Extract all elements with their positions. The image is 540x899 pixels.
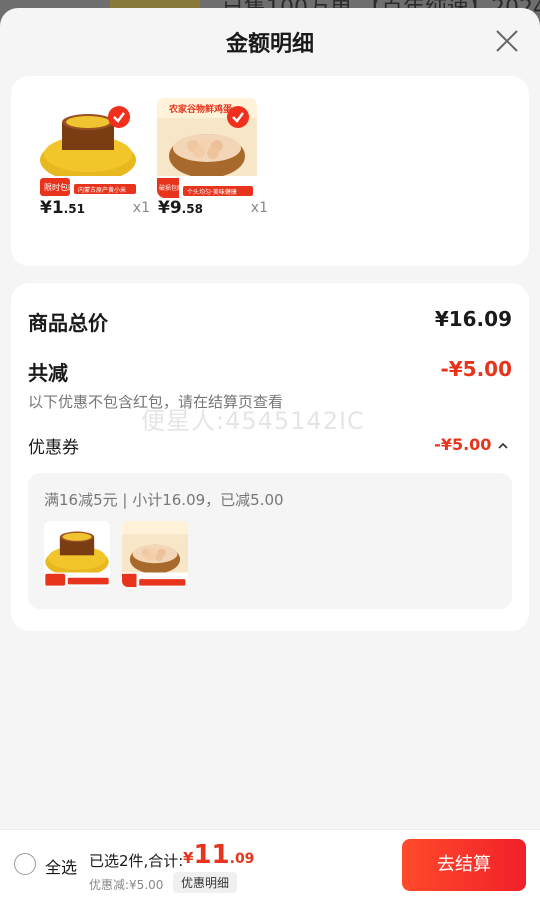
checkout-bar: 全选 已选2件,合计: ¥11.09 优惠减:¥5.00 优惠明细 去结算 — [0, 829, 540, 899]
product-item[interactable]: 农家谷物鲜鸡蛋 破损包赔 个头均匀·美味健康 — [157, 98, 257, 198]
product-quantity: x1 — [132, 200, 150, 216]
product-item[interactable]: 限时包邮 内蒙古原产黄小米 — [38, 98, 138, 198]
discount-detail-button[interactable]: 优惠明细 — [173, 872, 238, 893]
select-all-label[interactable]: 全选 — [45, 854, 77, 878]
svg-text:限时包邮: 限时包邮 — [44, 182, 76, 192]
sheet-title: 金额明细 — [225, 32, 314, 57]
selected-check-icon[interactable] — [227, 106, 249, 128]
svg-text:个头均匀·美味健康: 个头均匀·美味健康 — [187, 188, 237, 196]
selected-count: 已选2件,合计: — [89, 852, 184, 870]
eggs-thumbnail — [122, 521, 188, 587]
product-quantity: x1 — [250, 200, 268, 216]
eggs-product-image: 农家谷物鲜鸡蛋 破损包赔 个头均匀·美味健康 — [157, 98, 257, 198]
total-amount: ¥11.09 — [183, 840, 255, 870]
selected-check-icon[interactable] — [108, 106, 130, 128]
coupon-value: -¥5.00 — [434, 435, 492, 454]
checkout-button[interactable]: 去结算 — [402, 839, 526, 891]
amount-detail-sheet: 金额明细 限时包邮 内蒙古原产黄小米 ¥1.51 x1 农家谷物鲜鸡蛋 破损包赔… — [0, 8, 540, 899]
saved-amount: 优惠减:¥5.00 — [89, 878, 164, 892]
product-price-row: ¥9.58 x1 — [158, 198, 268, 222]
total-price-label: 商品总价 — [28, 311, 108, 335]
coupon-description: 满16减5元 | 小计16.09，已减5.00 — [44, 491, 284, 509]
svg-text:破损包赔: 破损包赔 — [159, 184, 183, 192]
price-summary-card: 商品总价 ¥16.09 共减 -¥5.00 以下优惠不包含红包，请在结算页查看 … — [11, 283, 529, 631]
coupon-label: 优惠券 — [28, 438, 79, 458]
product-price: ¥9.58 — [158, 198, 203, 218]
svg-text:内蒙古原产黄小米: 内蒙古原产黄小米 — [78, 186, 126, 194]
close-icon[interactable] — [494, 28, 520, 54]
watermark: 便星人:4545142IC — [141, 407, 365, 435]
sheet-header: 金额明细 — [0, 8, 540, 74]
coupon-detail-box: 满16减5元 | 小计16.09，已减5.00 — [28, 473, 512, 609]
total-price-value: ¥16.09 — [434, 307, 512, 331]
millet-thumbnail — [44, 521, 110, 587]
reduce-label: 共减 — [28, 361, 68, 385]
coupon-value-toggle[interactable]: -¥5.00 — [434, 435, 509, 454]
reduce-value: -¥5.00 — [440, 357, 512, 381]
millet-product-image: 限时包邮 内蒙古原产黄小米 — [38, 98, 138, 198]
products-card: 限时包邮 内蒙古原产黄小米 ¥1.51 x1 农家谷物鲜鸡蛋 破损包赔 个头均匀… — [11, 76, 529, 266]
select-all-radio[interactable] — [14, 853, 36, 875]
product-price-row: ¥1.51 x1 — [40, 198, 150, 222]
product-price: ¥1.51 — [40, 198, 85, 218]
chevron-up-icon — [498, 442, 508, 449]
svg-text:农家谷物鲜鸡蛋: 农家谷物鲜鸡蛋 — [168, 103, 232, 115]
